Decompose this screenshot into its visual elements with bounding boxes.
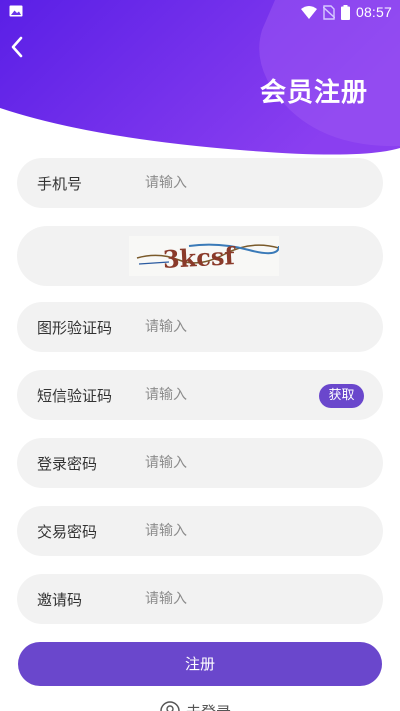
user-icon [160, 701, 180, 711]
image-code-input[interactable] [145, 314, 305, 340]
invite-code-label: 邀请码 [37, 591, 83, 609]
trade-password-label: 交易密码 [37, 523, 98, 541]
status-time: 08:57 [355, 4, 392, 20]
wifi-icon [300, 5, 317, 19]
no-sim-icon [322, 4, 335, 20]
sms-code-input[interactable] [145, 382, 305, 408]
invite-code-field: 邀请码 [17, 574, 383, 624]
battery-icon [340, 4, 350, 20]
sms-code-field: 短信验证码 获取 [17, 370, 383, 420]
image-code-field: 图形验证码 [17, 302, 383, 352]
get-code-button[interactable]: 获取 [319, 384, 364, 408]
phone-label: 手机号 [37, 175, 83, 193]
go-login-link[interactable]: 去登录 [160, 700, 231, 711]
trade-password-input[interactable] [145, 518, 305, 544]
image-icon [9, 5, 23, 17]
login-password-label: 登录密码 [37, 455, 98, 473]
trade-password-field: 交易密码 [17, 506, 383, 556]
sms-code-label: 短信验证码 [37, 387, 113, 405]
register-button[interactable]: 注册 [18, 642, 382, 686]
go-login-label: 去登录 [186, 701, 231, 711]
phone-input[interactable] [145, 170, 305, 196]
phone-field: 手机号 [17, 158, 383, 208]
header: 08:57 会员注册 [0, 0, 400, 160]
chevron-left-icon [11, 36, 23, 58]
login-password-field: 登录密码 [17, 438, 383, 488]
captcha-picture: 3kcsf [129, 236, 279, 276]
login-password-input[interactable] [145, 450, 305, 476]
captcha-row: 3kcsf [17, 226, 383, 286]
invite-code-input[interactable] [145, 586, 305, 612]
page-title: 会员注册 [259, 78, 368, 108]
captcha-image[interactable]: 3kcsf [129, 236, 279, 276]
back-button[interactable] [6, 34, 28, 60]
status-bar: 08:57 [0, 0, 400, 24]
captcha-text: 3kcsf [162, 241, 237, 274]
image-code-label: 图形验证码 [37, 319, 113, 337]
